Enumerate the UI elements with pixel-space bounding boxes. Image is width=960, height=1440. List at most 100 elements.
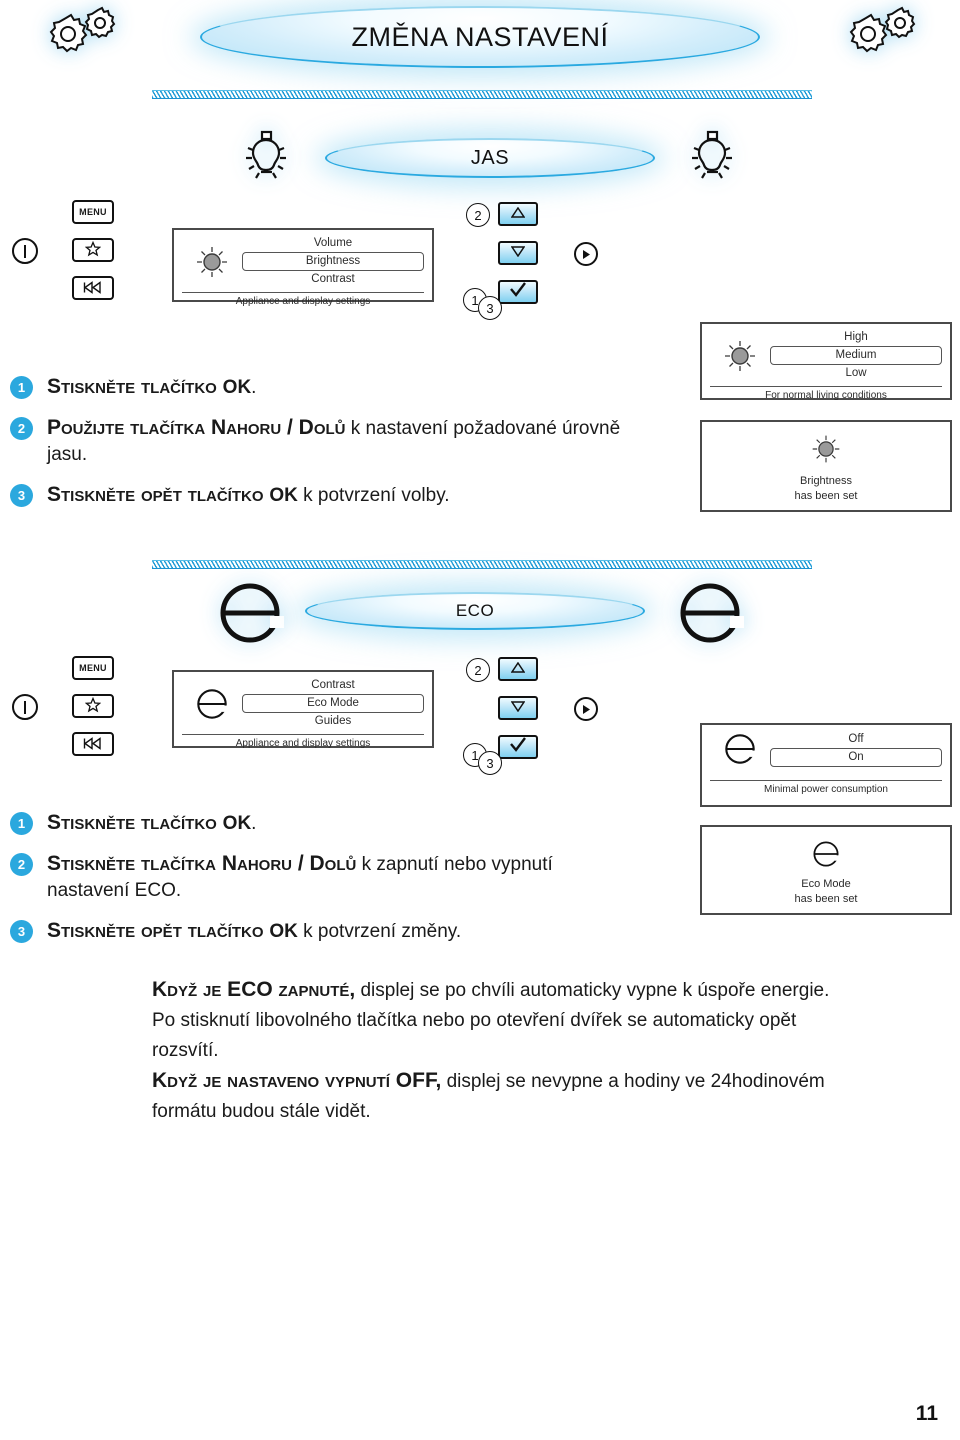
brightness-sun-icon — [182, 244, 242, 280]
lcd-level-panel-brightness: High Medium Low For normal living condit… — [700, 322, 952, 401]
lcd-option-selected[interactable]: On — [770, 748, 942, 767]
step-text: Stiskněte tlačítko OK. — [47, 811, 257, 834]
up-button[interactable] — [498, 202, 538, 226]
lcd-option-selected[interactable]: Brightness — [242, 252, 424, 271]
step-badge: 3 — [10, 484, 33, 507]
step-text: Stiskněte opět tlačítko OK k potvrzení v… — [47, 483, 450, 506]
lcd-confirm-panel-brightness: Brightness has been set — [700, 420, 952, 512]
lcd-option[interactable]: Contrast — [242, 677, 424, 694]
lightbulb-icon — [240, 128, 292, 184]
lcd-option-selected[interactable]: Medium — [770, 346, 942, 365]
bottom-note: Když je ECO zapnuté, displej se po chvíl… — [152, 975, 842, 1127]
step-item: 2 Použijte tlačítka Nahoru / Dolů k nast… — [10, 415, 650, 468]
lcd-option[interactable]: High — [770, 329, 942, 346]
gears-icon — [36, 4, 132, 62]
lcd-footer: Appliance and display settings — [182, 734, 424, 749]
down-button[interactable] — [498, 696, 538, 720]
lcd-option-list: Off On — [770, 731, 942, 767]
gears-icon — [836, 4, 932, 62]
step-item: 2 Stiskněte tlačítka Nahoru / Dolů k zap… — [10, 851, 640, 904]
menu-button-label: MENU — [79, 207, 107, 217]
rewind-button[interactable] — [72, 276, 114, 300]
step-item: 3 Stiskněte opět tlačítko OK k potvrzení… — [10, 918, 640, 945]
play-button[interactable] — [574, 242, 598, 266]
ok-button[interactable] — [498, 280, 538, 304]
lcd-footer: Appliance and display settings — [182, 292, 424, 307]
lcd-confirm-line1: Eco Mode — [801, 878, 851, 890]
section-heading-text: JAS — [470, 146, 510, 169]
lcd-option-list: Volume Brightness Contrast — [242, 235, 424, 288]
play-icon — [583, 704, 590, 714]
power-button[interactable] — [12, 694, 38, 720]
page-title-text: ZMĚNA NASTAVENÍ — [351, 21, 609, 52]
power-button[interactable] — [12, 238, 38, 264]
lcd-option[interactable]: Low — [770, 365, 942, 382]
play-icon — [583, 249, 590, 259]
lcd-option[interactable]: Off — [770, 731, 942, 748]
play-button[interactable] — [574, 697, 598, 721]
section-divider — [152, 560, 812, 569]
eco-e-icon — [710, 838, 942, 875]
step-item: 3 Stiskněte opět tlačítko OK k potvrzení… — [10, 482, 650, 509]
lcd-option-list: Contrast Eco Mode Guides — [242, 677, 424, 730]
brightness-sun-icon — [710, 338, 770, 374]
down-arrow-icon — [510, 244, 526, 262]
step-item: 1 Stiskněte tlačítko OK. — [10, 810, 640, 837]
lcd-option[interactable]: Guides — [242, 713, 424, 730]
bottom-note-para-1: Když je ECO zapnuté, displej se po chvíl… — [152, 978, 830, 1061]
lcd-menu-panel-eco: Contrast Eco Mode Guides Appliance and d… — [172, 670, 434, 749]
lcd-option-list: High Medium Low — [770, 329, 942, 382]
step-text: Stiskněte tlačítka Nahoru / Dolů k zapnu… — [47, 852, 553, 901]
favorite-button[interactable] — [72, 238, 114, 262]
ok-button[interactable] — [498, 735, 538, 759]
up-arrow-icon — [510, 205, 526, 223]
bottom-note-para-2: Když je nastaveno vypnutí OFF, displej s… — [152, 1069, 825, 1122]
down-arrow-icon — [510, 699, 526, 717]
section-heading-text: ECO — [455, 601, 495, 620]
menu-button[interactable]: MENU — [72, 656, 114, 680]
favorite-button[interactable] — [72, 694, 114, 718]
section-heading-brightness: JAS — [325, 138, 655, 178]
checkmark-icon — [509, 737, 527, 757]
device-key-column: MENU — [72, 656, 114, 770]
lcd-confirm-line2: has been set — [794, 893, 858, 905]
step-marker-3: 3 — [478, 751, 502, 775]
eco-e-icon — [710, 730, 770, 768]
page-number: 11 — [915, 1402, 938, 1425]
up-button[interactable] — [498, 657, 538, 681]
step-badge: 1 — [10, 376, 33, 399]
down-button[interactable] — [498, 241, 538, 265]
lcd-confirm-line2: has been set — [794, 490, 858, 502]
up-arrow-icon — [510, 660, 526, 678]
nav-key-column — [498, 657, 538, 774]
lcd-footer: For normal living conditions — [710, 386, 942, 401]
lcd-confirm-panel-eco: Eco Mode has been set — [700, 825, 952, 915]
device-key-column: MENU — [72, 200, 114, 314]
step-badge: 3 — [10, 920, 33, 943]
lcd-confirm-line1: Brightness — [800, 475, 852, 487]
manual-page: ZMĚNA NASTAVENÍ JAS MENU Volume Brightne… — [0, 0, 960, 1440]
menu-button[interactable]: MENU — [72, 200, 114, 224]
eco-e-icon — [182, 685, 242, 723]
eco-e-icon — [672, 578, 748, 648]
step-text: Použijte tlačítka Nahoru / Dolů k nastav… — [47, 416, 621, 465]
step-badge: 1 — [10, 812, 33, 835]
rewind-icon — [83, 736, 103, 752]
step-item: 1 Stiskněte tlačítko OK. — [10, 374, 650, 401]
page-title: ZMĚNA NASTAVENÍ — [200, 6, 760, 68]
star-icon — [84, 240, 102, 259]
lcd-footer: Minimal power consumption — [710, 780, 942, 795]
section-heading-eco: ECO — [305, 592, 645, 630]
lcd-option-selected[interactable]: Eco Mode — [242, 694, 424, 713]
eco-e-icon — [212, 578, 288, 648]
lcd-option[interactable]: Contrast — [242, 271, 424, 288]
step-list-eco: 1 Stiskněte tlačítko OK. 2 Stiskněte tla… — [10, 810, 640, 959]
step-marker-2: 2 — [466, 658, 490, 682]
menu-button-label: MENU — [79, 663, 107, 673]
nav-key-column — [498, 202, 538, 319]
star-icon — [84, 696, 102, 715]
step-badge: 2 — [10, 853, 33, 876]
lcd-option[interactable]: Volume — [242, 235, 424, 252]
rewind-button[interactable] — [72, 732, 114, 756]
step-marker-3: 3 — [478, 296, 502, 320]
